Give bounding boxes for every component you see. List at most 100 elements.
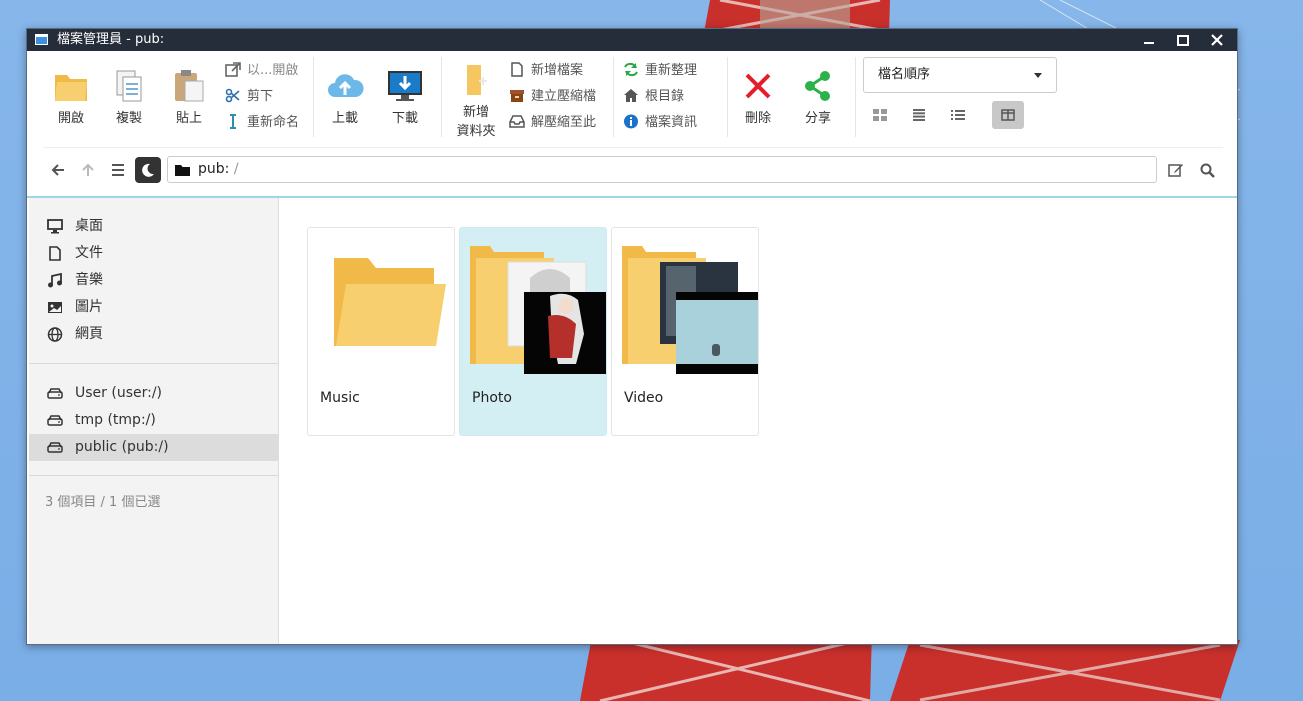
toolbar-divider bbox=[441, 57, 442, 137]
extract-here-label: 解壓縮至此 bbox=[531, 115, 597, 130]
sidebar-item-label: 音樂 bbox=[75, 272, 103, 288]
share-button[interactable]: 分享 bbox=[798, 69, 838, 126]
root-directory-button[interactable]: 根目錄 bbox=[623, 87, 684, 107]
dark-mode-toggle[interactable] bbox=[135, 157, 161, 183]
paste-label: 貼上 bbox=[175, 111, 202, 126]
cut-button[interactable]: 剪下 bbox=[225, 87, 273, 107]
address-bar[interactable]: pub: / bbox=[167, 156, 1157, 183]
folder-thumbnail-icon bbox=[622, 246, 758, 374]
sort-order-select[interactable]: 檔名順序 bbox=[863, 57, 1057, 93]
sidebar-item-desktop[interactable]: 桌面 bbox=[29, 213, 278, 240]
view-thumbnails-button[interactable] bbox=[992, 101, 1024, 129]
rename-label: 重新命名 bbox=[247, 115, 300, 130]
home-icon bbox=[624, 89, 638, 102]
navigation-bar: pub: / bbox=[27, 151, 1237, 191]
file-info-button[interactable]: 檔案資訊 bbox=[623, 113, 697, 133]
search-button[interactable] bbox=[1196, 159, 1218, 181]
address-path: pub: bbox=[198, 161, 230, 177]
open-label: 開啟 bbox=[57, 111, 84, 126]
chevron-down-icon bbox=[1034, 73, 1042, 78]
refresh-button[interactable]: 重新整理 bbox=[623, 61, 697, 81]
hamburger-icon bbox=[112, 164, 124, 176]
delete-label: 刪除 bbox=[744, 111, 771, 126]
back-button[interactable] bbox=[47, 159, 69, 181]
sidebar-item-label: 桌面 bbox=[75, 218, 103, 234]
monitor-icon bbox=[47, 219, 63, 234]
drive-icon bbox=[47, 415, 63, 426]
extract-here-button[interactable]: 解壓縮至此 bbox=[509, 113, 596, 133]
sidebar-item-documents[interactable]: 文件 bbox=[29, 240, 278, 267]
sidebar-item-web[interactable]: 網頁 bbox=[29, 321, 278, 348]
folder-item-music[interactable]: Music bbox=[307, 227, 455, 436]
folder-item-photo[interactable]: Photo bbox=[459, 227, 607, 436]
folder-icon bbox=[175, 165, 190, 176]
paste-icon bbox=[175, 70, 204, 102]
download-button[interactable]: 下載 bbox=[385, 69, 425, 126]
new-folder-label-line2: 資料夾 bbox=[456, 124, 496, 139]
folder-name: Photo bbox=[472, 390, 512, 406]
open-with-button[interactable]: 以...開啟 bbox=[225, 61, 298, 81]
sidebar-item-tmp-drive[interactable]: tmp (tmp:/) bbox=[29, 407, 278, 434]
sidebar-divider bbox=[29, 363, 278, 364]
toolbar: 開啟 複製 貼上 以...開啟 剪下 重新命名 上載 下載 新增 資料夾 新增檔… bbox=[43, 51, 1223, 147]
open-with-label: 以...開啟 bbox=[247, 63, 299, 78]
address-separator: / bbox=[233, 161, 239, 177]
document-icon bbox=[49, 246, 61, 261]
file-icon bbox=[511, 62, 523, 77]
title-bar[interactable]: 檔案管理員 - pub: bbox=[27, 29, 1237, 51]
close-button[interactable] bbox=[1202, 29, 1232, 51]
menu-button[interactable] bbox=[107, 159, 129, 181]
toolbar-divider bbox=[43, 147, 1223, 148]
delete-button[interactable]: 刪除 bbox=[738, 69, 778, 126]
create-archive-button[interactable]: 建立壓縮檔 bbox=[509, 87, 596, 107]
sidebar-divider bbox=[29, 475, 278, 476]
sidebar-item-user-drive[interactable]: User (user:/) bbox=[29, 380, 278, 407]
upload-label: 上載 bbox=[331, 111, 358, 126]
sort-order-value: 檔名順序 bbox=[878, 67, 931, 82]
folder-name: Video bbox=[624, 390, 664, 406]
info-icon bbox=[624, 114, 638, 129]
toolbar-divider bbox=[613, 57, 614, 137]
file-info-label: 檔案資訊 bbox=[645, 115, 698, 130]
paste-button[interactable]: 貼上 bbox=[169, 69, 209, 126]
sidebar-item-label: tmp (tmp:/) bbox=[75, 412, 156, 428]
new-folder-button[interactable]: 新增 資料夾 bbox=[451, 63, 501, 139]
columns-icon bbox=[1001, 109, 1015, 121]
minimize-button[interactable] bbox=[1134, 29, 1164, 51]
delete-x-icon bbox=[745, 73, 771, 99]
folder-item-video[interactable]: Video bbox=[611, 227, 759, 436]
arrow-up-icon bbox=[82, 163, 94, 176]
sidebar-item-pictures[interactable]: 圖片 bbox=[29, 294, 278, 321]
sidebar-item-label: 圖片 bbox=[75, 299, 103, 315]
sidebar-item-label: 網頁 bbox=[75, 326, 103, 342]
close-icon bbox=[1211, 34, 1223, 46]
drive-icon bbox=[47, 388, 63, 399]
view-compact-list-button[interactable] bbox=[903, 101, 935, 129]
new-file-button[interactable]: 新增檔案 bbox=[509, 61, 583, 81]
maximize-button[interactable] bbox=[1168, 29, 1198, 51]
folder-icon bbox=[334, 258, 446, 346]
up-button[interactable] bbox=[77, 159, 99, 181]
new-folder-label-line1: 新增 bbox=[462, 105, 489, 120]
copy-icon bbox=[116, 70, 142, 102]
open-button[interactable]: 開啟 bbox=[51, 69, 91, 126]
sidebar-item-music[interactable]: 音樂 bbox=[29, 267, 278, 294]
window-icon bbox=[35, 34, 48, 45]
list-lines-icon bbox=[913, 109, 925, 121]
share-icon bbox=[805, 71, 830, 101]
folder-thumbnail-icon bbox=[470, 246, 606, 374]
sidebar-item-public-drive[interactable]: public (pub:/) bbox=[29, 434, 278, 461]
list-bullets-icon bbox=[951, 110, 965, 120]
copy-button[interactable]: 複製 bbox=[109, 69, 149, 126]
view-icons-button[interactable] bbox=[864, 101, 896, 129]
rename-button[interactable]: 重新命名 bbox=[225, 113, 299, 133]
search-icon bbox=[1200, 163, 1215, 178]
maximize-icon bbox=[1177, 34, 1189, 46]
edit-path-button[interactable] bbox=[1165, 159, 1187, 181]
view-details-button[interactable] bbox=[942, 101, 974, 129]
upload-button[interactable]: 上載 bbox=[325, 69, 365, 126]
folder-open-icon bbox=[55, 75, 87, 101]
moon-icon bbox=[142, 163, 154, 177]
file-view[interactable]: Music Photo Video bbox=[279, 198, 1237, 644]
status-text: 3 個項目 / 1 個已選 bbox=[45, 495, 161, 510]
